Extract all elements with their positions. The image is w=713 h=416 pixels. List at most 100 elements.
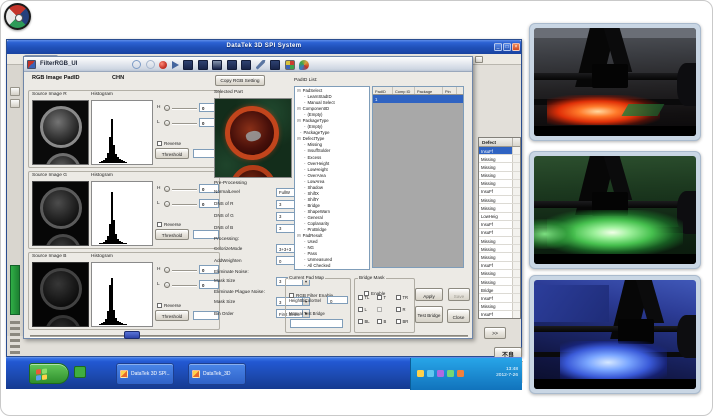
bridge-mask-cell[interactable]: BL xyxy=(358,319,377,324)
quick-launch-icon[interactable] xyxy=(74,366,86,378)
defect-row[interactable]: Missing xyxy=(479,278,520,286)
channel-group-red: Source Image R Histogram H0 L0 Reverse T… xyxy=(28,90,220,168)
tray-icon[interactable] xyxy=(437,370,444,377)
current-pad-map-title: Current Pad Map xyxy=(288,275,325,280)
selected-part-label: Selected Part xyxy=(214,90,243,95)
defect-row[interactable]: LowHeig xyxy=(479,213,520,221)
toolbar-icon[interactable] xyxy=(241,60,251,70)
toolbar-icon[interactable] xyxy=(212,60,222,70)
dialog-title: FilterRGB_UI xyxy=(40,61,77,67)
l-slider[interactable] xyxy=(164,120,170,126)
defect-row[interactable]: Missing xyxy=(479,245,520,253)
toolbar-icon[interactable] xyxy=(270,60,280,70)
more-button[interactable]: >> xyxy=(484,327,506,339)
minimize-button[interactable]: _ xyxy=(494,43,502,51)
trackbar-handle[interactable] xyxy=(124,331,140,339)
tray-icon[interactable] xyxy=(457,370,464,377)
bridge-mask-cell[interactable] xyxy=(377,307,396,312)
defect-row[interactable]: Missing xyxy=(479,196,520,204)
copy-rgb-setting-button[interactable]: Copy RGB Setting xyxy=(215,75,265,86)
histogram-g xyxy=(91,181,153,246)
taskbar-app-2[interactable]: DataTek_3D xyxy=(188,363,246,385)
apply-button[interactable]: Apply xyxy=(415,288,443,301)
defect-row[interactable]: InsuFf xyxy=(479,188,520,196)
defect-row[interactable]: InsuFf xyxy=(479,221,520,229)
height-bicolor-field[interactable]: 0 xyxy=(327,296,348,304)
toolbar-icon[interactable] xyxy=(172,61,179,69)
defect-row[interactable]: InsuFf xyxy=(479,262,520,270)
toolbar-icon[interactable] xyxy=(299,60,309,70)
defect-row[interactable]: InsuFf xyxy=(479,147,520,155)
strip-tool-icon[interactable] xyxy=(10,87,20,96)
bridge-mask-cell[interactable]: TR xyxy=(396,295,415,300)
dialog-toolbar xyxy=(132,59,314,70)
toolbar-icon[interactable] xyxy=(285,60,295,70)
l-slider[interactable] xyxy=(164,282,170,288)
padid-list[interactable]: PadID Comp ID Package Pin 1 xyxy=(372,86,464,268)
defect-row[interactable]: Missing xyxy=(479,180,520,188)
h-slider[interactable] xyxy=(164,267,170,273)
tree-item[interactable]: -All Checked xyxy=(296,263,369,269)
defect-row[interactable]: Missing xyxy=(479,172,520,180)
toolbar-icon[interactable] xyxy=(132,60,141,69)
h-slider[interactable] xyxy=(164,105,170,111)
toolbar-icon[interactable] xyxy=(227,60,237,70)
dialog-trackbar xyxy=(30,335,468,337)
defect-row[interactable]: InsuFf xyxy=(479,229,520,237)
defect-table-header: Defect xyxy=(479,138,520,147)
close-button[interactable]: × xyxy=(512,43,520,51)
bridge-mask-cell[interactable]: B xyxy=(377,319,396,324)
maximize-button[interactable]: □ xyxy=(503,43,511,51)
bridge-mask-cell[interactable]: R xyxy=(396,307,415,312)
taskbar-clock: 13:48 2012-7-26 xyxy=(496,367,518,380)
test-bridge-button[interactable]: Test Bridge xyxy=(415,306,443,323)
reverse-checkbox[interactable] xyxy=(157,141,162,146)
manual-test-bridge-field[interactable] xyxy=(290,319,343,328)
toolbar-icon[interactable] xyxy=(256,60,266,70)
hist-bar xyxy=(125,162,127,163)
reverse-checkbox[interactable] xyxy=(157,222,162,227)
defect-table[interactable]: Defect InsuFf Missing Missing xyxy=(478,137,521,319)
threshold-button[interactable]: Threshold xyxy=(155,229,189,240)
padid-tree[interactable]: ⊟PadSelect -LearnStadID -Manual Select ⊟… xyxy=(294,86,370,270)
strip-tool-icon[interactable] xyxy=(10,99,20,108)
l-slider[interactable] xyxy=(164,201,170,207)
bridge-mask-cell[interactable]: TL xyxy=(358,295,377,300)
selected-pad-row[interactable]: 1 xyxy=(373,95,463,103)
dialog-icon xyxy=(27,60,36,69)
defect-row[interactable]: InsuFf xyxy=(479,311,520,319)
defect-row[interactable]: Bridge xyxy=(479,286,520,294)
toolbar-icon[interactable] xyxy=(159,61,167,69)
defect-row[interactable]: Missing xyxy=(479,155,520,163)
bridge-mask-cell[interactable]: L xyxy=(358,307,377,312)
defect-row[interactable]: Missing xyxy=(479,163,520,171)
bridge-mask-cell[interactable]: BR xyxy=(396,319,415,324)
defect-row[interactable]: Missing xyxy=(479,253,520,261)
reverse-checkbox[interactable] xyxy=(157,303,162,308)
rgb-image-padid-label: RGB Image PadID xyxy=(32,75,80,81)
threshold-button[interactable]: Threshold xyxy=(155,310,189,321)
threshold-button[interactable]: Threshold xyxy=(155,148,189,159)
defect-row[interactable]: Missing xyxy=(479,270,520,278)
toolbar-icon[interactable] xyxy=(198,60,208,70)
close-dialog-button[interactable]: Close xyxy=(447,309,470,323)
tray-icon[interactable] xyxy=(417,370,424,377)
toolbar-icon[interactable] xyxy=(183,60,193,70)
h-slider[interactable] xyxy=(164,186,170,192)
defect-row[interactable]: Missing xyxy=(479,204,520,212)
start-button[interactable] xyxy=(29,363,69,384)
save-button[interactable]: Save xyxy=(448,288,470,301)
toolbar-fragment-icon[interactable] xyxy=(475,56,483,63)
defect-row[interactable]: Missing xyxy=(479,237,520,245)
defect-row[interactable]: InsuFf xyxy=(479,294,520,302)
pcb-patch xyxy=(621,104,663,116)
defect-row[interactable]: Missing xyxy=(479,303,520,311)
toolbar-icon[interactable] xyxy=(146,60,155,69)
tray-icon[interactable] xyxy=(447,370,454,377)
window-icon xyxy=(120,370,128,378)
taskbar-app-1[interactable]: DataTek 3D SPI... xyxy=(116,363,174,385)
bridge-mask-cell[interactable]: T xyxy=(377,295,396,300)
channel-mode-value: CHN xyxy=(112,75,124,81)
tray-icon[interactable] xyxy=(427,370,434,377)
blue-light-glow xyxy=(560,341,667,380)
